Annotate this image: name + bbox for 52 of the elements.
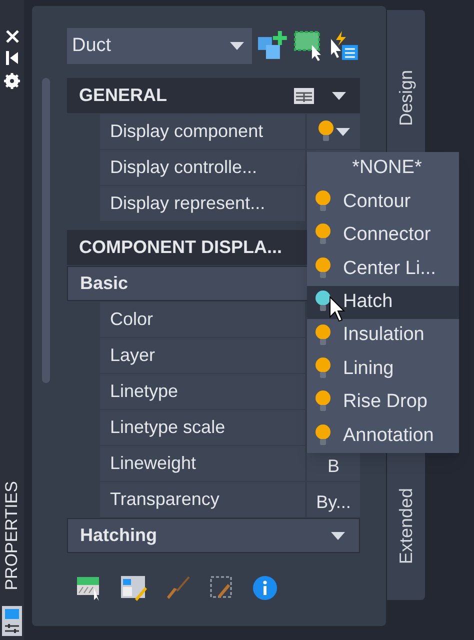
side-tab[interactable]: Design bbox=[392, 70, 420, 126]
object-select[interactable]: Duct bbox=[67, 28, 252, 64]
property-label: Linetype scale bbox=[100, 410, 305, 445]
edit-table-icon[interactable] bbox=[121, 575, 147, 601]
dropdown-item[interactable]: Hatch bbox=[307, 286, 459, 319]
caret-icon bbox=[336, 128, 350, 136]
value-text: By... bbox=[316, 491, 351, 514]
caret-icon bbox=[331, 532, 345, 540]
dropdown-item[interactable]: Rise Drop bbox=[307, 386, 459, 420]
brush-icon[interactable] bbox=[165, 575, 191, 601]
property-label: Color bbox=[100, 302, 305, 337]
property-label: Linetype bbox=[100, 374, 305, 409]
cursor-icon bbox=[329, 296, 345, 322]
dropdown-item[interactable]: *NONE* bbox=[307, 152, 459, 186]
property-value[interactable] bbox=[307, 114, 360, 149]
item-label: Contour bbox=[343, 190, 411, 214]
quick-select-icon[interactable] bbox=[330, 31, 360, 61]
property-label: Transparency bbox=[100, 482, 305, 517]
dropdown-item[interactable]: Insulation bbox=[307, 318, 459, 352]
group-header[interactable]: Hatching bbox=[67, 518, 360, 553]
info-icon[interactable] bbox=[253, 576, 277, 600]
section-title: COMPONENT DISPLA... bbox=[79, 236, 282, 259]
dropdown-item[interactable]: Lining bbox=[307, 352, 459, 386]
item-label: Lining bbox=[343, 356, 394, 381]
item-label: Insulation bbox=[343, 323, 424, 348]
section-title: GENERAL bbox=[79, 84, 168, 107]
section-title: Basic bbox=[80, 272, 128, 295]
close-icon[interactable] bbox=[6, 30, 18, 43]
caret-icon bbox=[230, 42, 244, 50]
item-label: Annotation bbox=[343, 424, 434, 448]
match-properties-icon[interactable] bbox=[209, 575, 235, 601]
property-label: Layer bbox=[100, 338, 305, 373]
settings-icon[interactable] bbox=[4, 73, 20, 89]
caret-icon bbox=[332, 92, 346, 100]
table-icon[interactable] bbox=[294, 88, 314, 104]
item-label: *NONE* bbox=[352, 156, 422, 180]
category-header[interactable]: GENERAL bbox=[67, 78, 360, 113]
side-tab[interactable]: Extended bbox=[392, 488, 420, 564]
item-label: Rise Drop bbox=[343, 390, 428, 414]
pin-icon[interactable] bbox=[6, 51, 18, 65]
dropdown-item[interactable]: Contour bbox=[307, 185, 459, 219]
property-label: Display component bbox=[100, 114, 305, 149]
scrollbar[interactable] bbox=[42, 78, 50, 383]
property-label: Display represent... bbox=[100, 186, 305, 221]
value-text: B bbox=[327, 455, 340, 478]
panel-title: PROPERTIES bbox=[1, 480, 22, 590]
properties-icon[interactable] bbox=[2, 606, 22, 636]
section-title: Hatching bbox=[80, 524, 158, 547]
property-label: Display controlle... bbox=[100, 150, 305, 185]
add-selection-icon[interactable] bbox=[258, 31, 288, 61]
property-label: Lineweight bbox=[100, 446, 305, 481]
property-value[interactable]: By... bbox=[307, 482, 360, 517]
